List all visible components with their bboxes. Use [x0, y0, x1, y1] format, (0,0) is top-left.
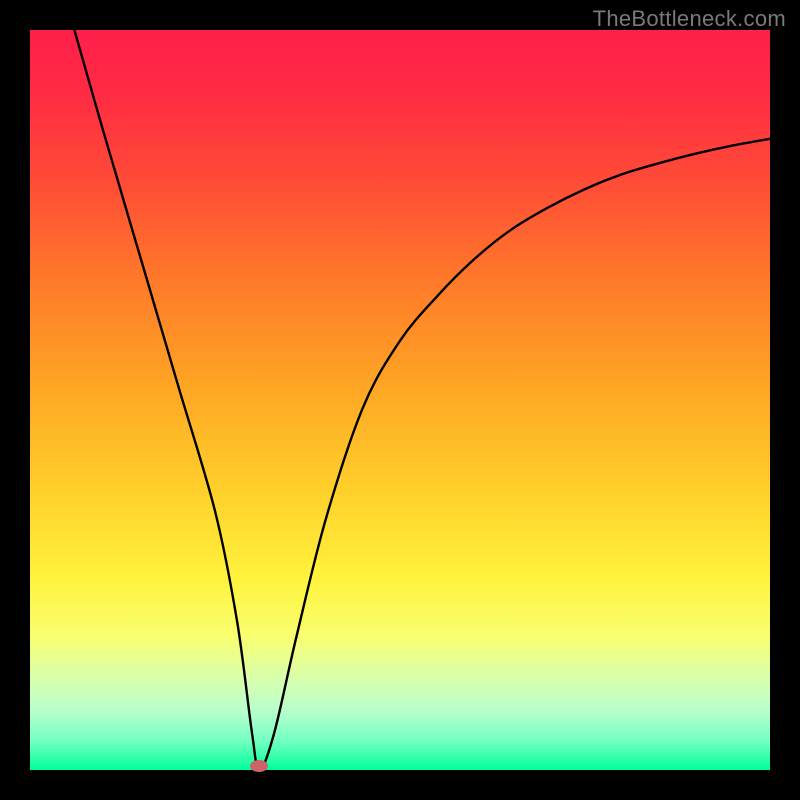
curve-path	[74, 30, 770, 770]
bottleneck-curve	[30, 30, 770, 770]
plot-area	[30, 30, 770, 770]
optimum-marker	[250, 760, 268, 772]
chart-frame: TheBottleneck.com	[0, 0, 800, 800]
watermark-text: TheBottleneck.com	[593, 6, 786, 32]
